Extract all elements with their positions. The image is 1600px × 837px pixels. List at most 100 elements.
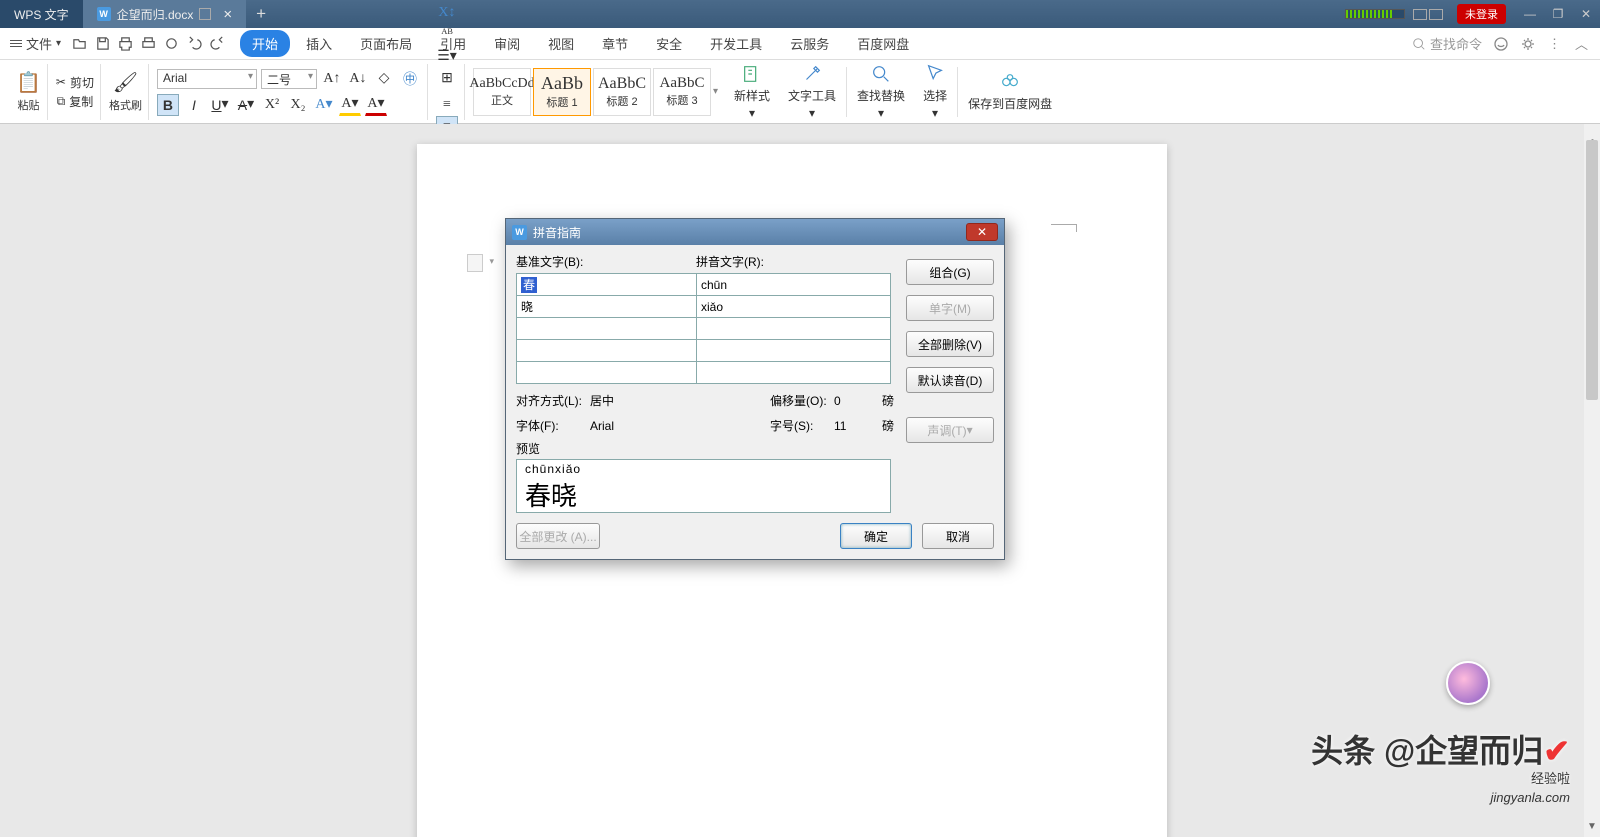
app-tab[interactable]: WPS 文字	[0, 0, 83, 28]
preview-box: chūnxiǎo 春晓	[516, 459, 891, 513]
redo-icon[interactable]	[209, 35, 226, 52]
copy-button[interactable]: ⧉ 复制	[57, 93, 94, 110]
maximize-button[interactable]: ❐	[1544, 7, 1572, 21]
vertical-scrollbar[interactable]: ︿ ▲ ▼	[1584, 124, 1600, 837]
clear-format-icon[interactable]: ◇	[373, 68, 395, 90]
tab-dev[interactable]: 开发工具	[698, 30, 774, 57]
select-button[interactable]: 选择▾	[915, 63, 955, 120]
strike-button[interactable]: A▾	[235, 94, 257, 116]
new-style-button[interactable]: 新样式▾	[726, 63, 778, 120]
layout-icons[interactable]	[1413, 9, 1443, 20]
style-h1[interactable]: AaBb标题 1	[533, 68, 591, 116]
file-menu[interactable]: 文件▾	[10, 34, 61, 53]
tab-baidu[interactable]: 百度网盘	[845, 30, 921, 57]
ruby-cell[interactable]: xiǎo	[697, 296, 891, 318]
style-normal[interactable]: AaBbCcDd正文	[473, 68, 531, 116]
new-tab-button[interactable]: +	[246, 4, 276, 24]
combine-button[interactable]: 组合(G)	[906, 259, 994, 285]
grow-font-icon[interactable]: A↑	[321, 68, 343, 90]
save-icon[interactable]	[94, 35, 111, 52]
login-button[interactable]: 未登录	[1457, 4, 1506, 24]
show-marks-icon[interactable]: ⊞	[436, 68, 458, 90]
paste-icon[interactable]: 📋	[16, 70, 41, 95]
single-button[interactable]: 单字(M)	[906, 295, 994, 321]
superscript-button[interactable]: X²	[261, 94, 283, 116]
sort-icon[interactable]: X↕	[436, 2, 458, 24]
size-unit: 磅	[882, 417, 900, 434]
brush-icon[interactable]: 🖌	[113, 70, 138, 95]
align-combo[interactable]: 居中	[590, 392, 764, 409]
tab-home[interactable]: 开始	[240, 30, 290, 57]
print-preview-icon[interactable]	[140, 35, 157, 52]
base-cell[interactable]	[517, 318, 697, 340]
ok-button[interactable]: 确定	[840, 523, 912, 549]
style-h3[interactable]: AaBbC标题 3	[653, 68, 711, 116]
collapse-ribbon-icon[interactable]: ︿	[1573, 35, 1590, 52]
font-size-combo[interactable]: 二号	[261, 69, 317, 89]
font-combo[interactable]: Arial	[590, 419, 764, 433]
baidu-button[interactable]: 保存到百度网盘	[960, 71, 1060, 112]
search-commands[interactable]: 查找命令	[1412, 34, 1482, 53]
tab-security[interactable]: 安全	[644, 30, 694, 57]
tab-view[interactable]: 视图	[536, 30, 586, 57]
style-h2[interactable]: AaBbC标题 2	[593, 68, 651, 116]
delete-all-button[interactable]: 全部删除(V)	[906, 331, 994, 357]
cancel-button[interactable]: 取消	[922, 523, 994, 549]
close-button[interactable]: ✕	[1572, 7, 1600, 21]
line-spacing-icon[interactable]: ☰▾	[436, 46, 458, 68]
print-direct-icon[interactable]	[163, 35, 180, 52]
styles-more-icon[interactable]: ▾	[713, 86, 718, 97]
document-tab[interactable]: W 企望而归.docx ×	[83, 0, 246, 28]
align-left-icon[interactable]: ≡	[436, 94, 458, 116]
dialog-titlebar[interactable]: W 拼音指南 ✕	[506, 219, 1004, 245]
change-all-button[interactable]: 全部更改 (A)...	[516, 523, 600, 549]
tab-insert[interactable]: 插入	[294, 30, 344, 57]
insert-marker-icon[interactable]	[467, 254, 483, 272]
shrink-font-icon[interactable]: A↓	[347, 68, 369, 90]
gear-icon[interactable]	[1519, 35, 1536, 52]
font-name-combo[interactable]: Arial	[157, 69, 257, 89]
tab-section[interactable]: 章节	[590, 30, 640, 57]
user-avatar[interactable]	[1446, 661, 1490, 705]
bold-button[interactable]: B	[157, 94, 179, 116]
phonetic-guide-icon[interactable]: ㊥	[399, 68, 421, 90]
italic-button[interactable]: I	[183, 94, 205, 116]
asian-layout-icon[interactable]: ᴬᴮ	[436, 24, 458, 46]
offset-spinner[interactable]: 0	[834, 394, 876, 408]
cut-button[interactable]: ✂ 剪切	[56, 74, 94, 91]
hamburger-icon	[10, 40, 22, 47]
base-cell[interactable]: 晓	[517, 296, 697, 318]
tab-close-icon[interactable]: ×	[223, 6, 232, 23]
tab-review[interactable]: 审阅	[482, 30, 532, 57]
text-effect-button[interactable]: A▾	[313, 94, 335, 116]
ruby-cell[interactable]	[697, 362, 891, 384]
watermark: 头条 @企望而归✔ 经验啦	[1311, 726, 1570, 787]
ruby-cell[interactable]	[697, 340, 891, 362]
font-color-button[interactable]: A▾	[365, 94, 387, 116]
underline-button[interactable]: U▾	[209, 94, 231, 116]
highlight-button[interactable]: A▾	[339, 94, 361, 116]
text-tools-button[interactable]: 文字工具▾	[780, 63, 844, 120]
dialog-close-button[interactable]: ✕	[966, 223, 998, 241]
size-combo[interactable]: 11	[834, 419, 876, 433]
undo-icon[interactable]	[186, 35, 203, 52]
ruby-cell[interactable]	[697, 318, 891, 340]
ruby-cell[interactable]: chūn	[697, 274, 891, 296]
scroll-down-icon[interactable]: ▼	[1584, 821, 1600, 837]
tab-popout-icon[interactable]	[199, 8, 211, 20]
tab-cloud[interactable]: 云服务	[778, 30, 841, 57]
subscript-button[interactable]: X₂	[287, 94, 309, 116]
minimize-button[interactable]: —	[1516, 7, 1544, 21]
default-read-button[interactable]: 默认读音(D)	[906, 367, 994, 393]
base-cell[interactable]	[517, 340, 697, 362]
smile-icon[interactable]	[1492, 35, 1509, 52]
scroll-thumb[interactable]	[1586, 140, 1598, 400]
more-icon[interactable]: ⋮	[1546, 35, 1563, 52]
base-cell[interactable]	[517, 362, 697, 384]
base-cell[interactable]: 春	[517, 274, 697, 296]
tab-layout[interactable]: 页面布局	[348, 30, 424, 57]
find-replace-button[interactable]: 查找替换▾	[849, 63, 913, 120]
open-icon[interactable]	[71, 35, 88, 52]
tone-button[interactable]: 声调(T) ▾	[906, 417, 994, 443]
print-icon[interactable]	[117, 35, 134, 52]
